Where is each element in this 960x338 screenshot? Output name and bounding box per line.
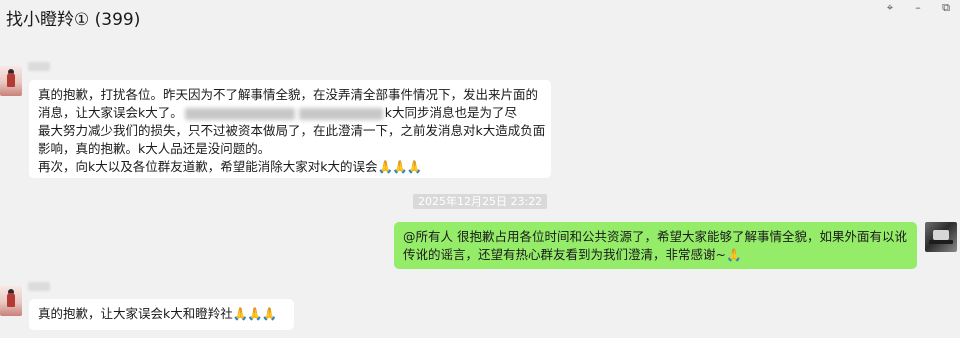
sender-nickname	[28, 282, 50, 291]
message-line: 传讹的谣言，还望有热心群友看到为我们澄清，非常感谢~🙏	[403, 247, 742, 262]
redacted-text	[184, 107, 295, 120]
bow-emoji: 🙏🙏🙏	[232, 306, 278, 321]
redacted-text	[298, 107, 383, 120]
sender-avatar[interactable]	[0, 66, 22, 96]
message-line: 最大努力减少我们的损失，只不过被资本做局了，在此澄清一下，之前发消息对k大造成负…	[38, 123, 546, 138]
message-line: @所有人 很抱歉占用各位时间和公共资源了，希望大家能够了解事情全貌，如果外面有以…	[403, 229, 907, 244]
self-avatar[interactable]	[925, 222, 957, 252]
sender-nickname	[28, 62, 50, 71]
window-controls: ⌖ – ⧉	[876, 0, 960, 14]
sender-avatar[interactable]	[0, 286, 22, 316]
message-bubble-self[interactable]: @所有人 很抱歉占用各位时间和公共资源了，希望大家能够了解事情全貌，如果外面有以…	[394, 222, 917, 269]
restore-icon[interactable]: ⧉	[932, 0, 960, 14]
message-line: 再次，向k大以及各位群友道歉，希望能消除大家对k大的误会🙏🙏🙏	[38, 159, 422, 174]
chat-title: 找小瞪羚① (399)	[6, 10, 141, 30]
pin-icon[interactable]: ⌖	[876, 0, 904, 14]
minimize-icon[interactable]: –	[904, 0, 932, 14]
bow-emoji: 🙏	[725, 247, 742, 262]
timestamp: 2025年12月25日 23:22	[413, 194, 548, 209]
message-line: 消息，让大家误会k大了。 k大同步消息也是为了尽	[38, 105, 517, 120]
bow-emoji: 🙏🙏🙏	[377, 159, 422, 174]
message-line: 真的抱歉，打扰各位。昨天因为不了解事情全貌，在没弄清全部事件情况下，发出来片面的	[38, 87, 539, 102]
message-bubble[interactable]: 真的抱歉，让大家误会k大和瞪羚社🙏🙏🙏	[29, 299, 294, 330]
message-bubble[interactable]: 真的抱歉，打扰各位。昨天因为不了解事情全貌，在没弄清全部事件情况下，发出来片面的…	[29, 80, 551, 178]
message-line: 影响，真的抱歉。k大人品还是没问题的。	[38, 141, 271, 156]
message-line: 真的抱歉，让大家误会k大和瞪羚社🙏🙏🙏	[38, 306, 278, 321]
